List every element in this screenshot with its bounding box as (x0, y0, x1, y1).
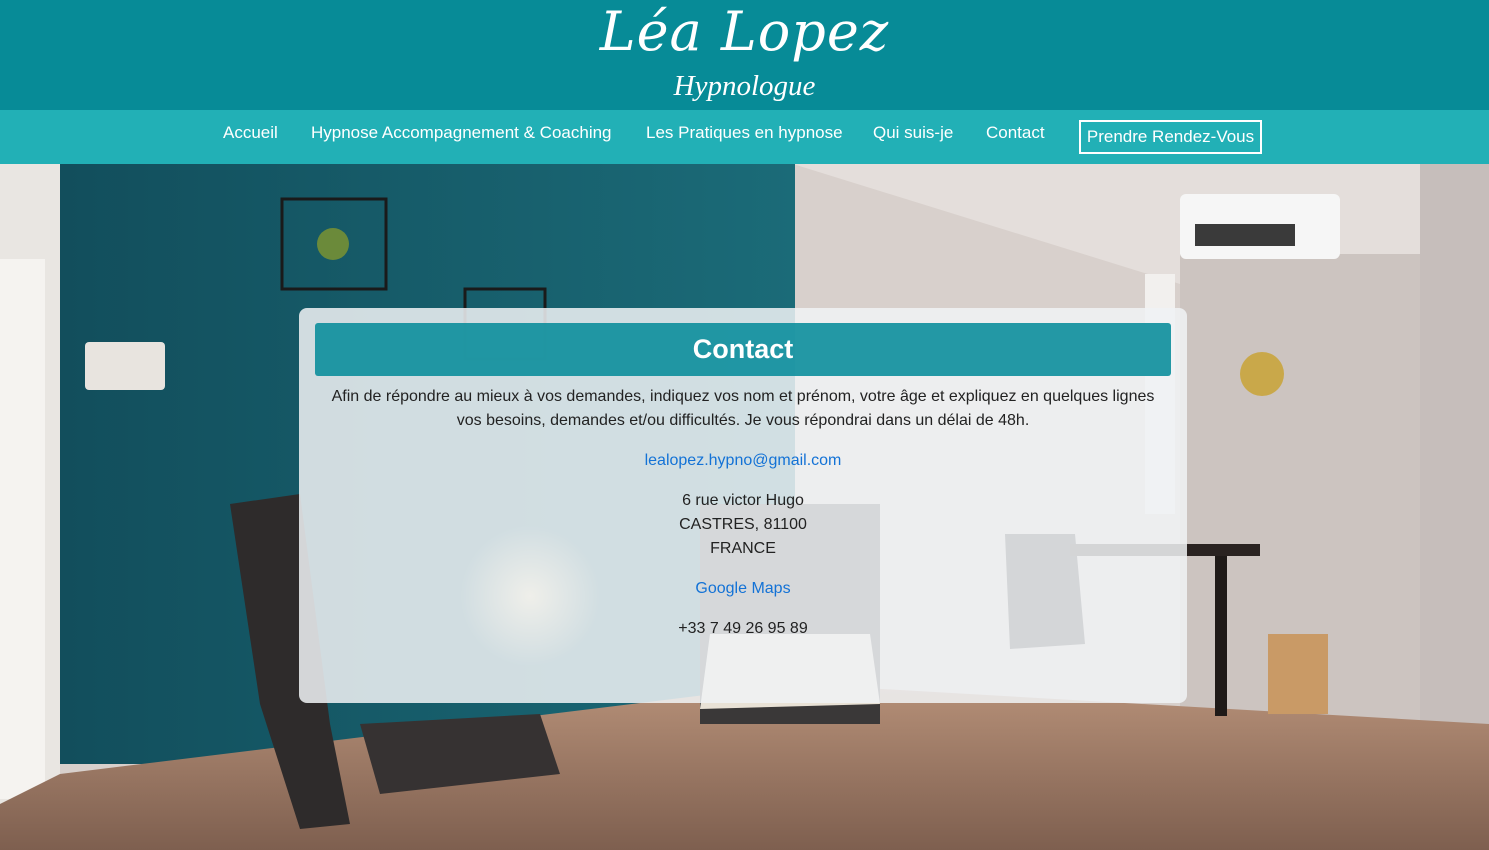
contact-title: Contact (315, 323, 1171, 376)
contact-card: Contact Afin de répondre au mieux à vos … (299, 308, 1187, 703)
nav-item-pratiques[interactable]: Les Pratiques en hypnose (646, 122, 843, 144)
brand-subtitle: Hypnologue (673, 70, 816, 102)
nav-item-hypnose-accompagnement[interactable]: Hypnose Accompagnement & Coaching (311, 122, 612, 144)
site-header: Léa Lopez Hypnologue (0, 0, 1489, 110)
google-maps-link[interactable]: Google Maps (299, 577, 1187, 601)
main-nav: Accueil Hypnose Accompagnement & Coachin… (0, 110, 1489, 164)
nav-item-accueil[interactable]: Accueil (223, 122, 278, 144)
nav-item-contact[interactable]: Contact (986, 122, 1045, 144)
contact-email-link[interactable]: lealopez.hypno@gmail.com (299, 449, 1187, 473)
book-appointment-button[interactable]: Prendre Rendez-Vous (1079, 120, 1262, 154)
contact-intro-line-1: Afin de répondre au mieux à vos demandes… (331, 388, 1155, 405)
contact-intro-line-2: vos besoins, demandes et/ou difficultés.… (456, 412, 1030, 429)
address-street: 6 rue victor Hugo (682, 492, 804, 509)
contact-phone[interactable]: +33 7 49 26 95 89 (299, 617, 1187, 641)
address-country: FRANCE (710, 540, 776, 557)
nav-item-qui-suis-je[interactable]: Qui suis-je (873, 122, 953, 144)
brand-logo-name[interactable]: Léa Lopez (0, 0, 1489, 70)
address-city: CASTRES, 81100 (679, 516, 807, 533)
